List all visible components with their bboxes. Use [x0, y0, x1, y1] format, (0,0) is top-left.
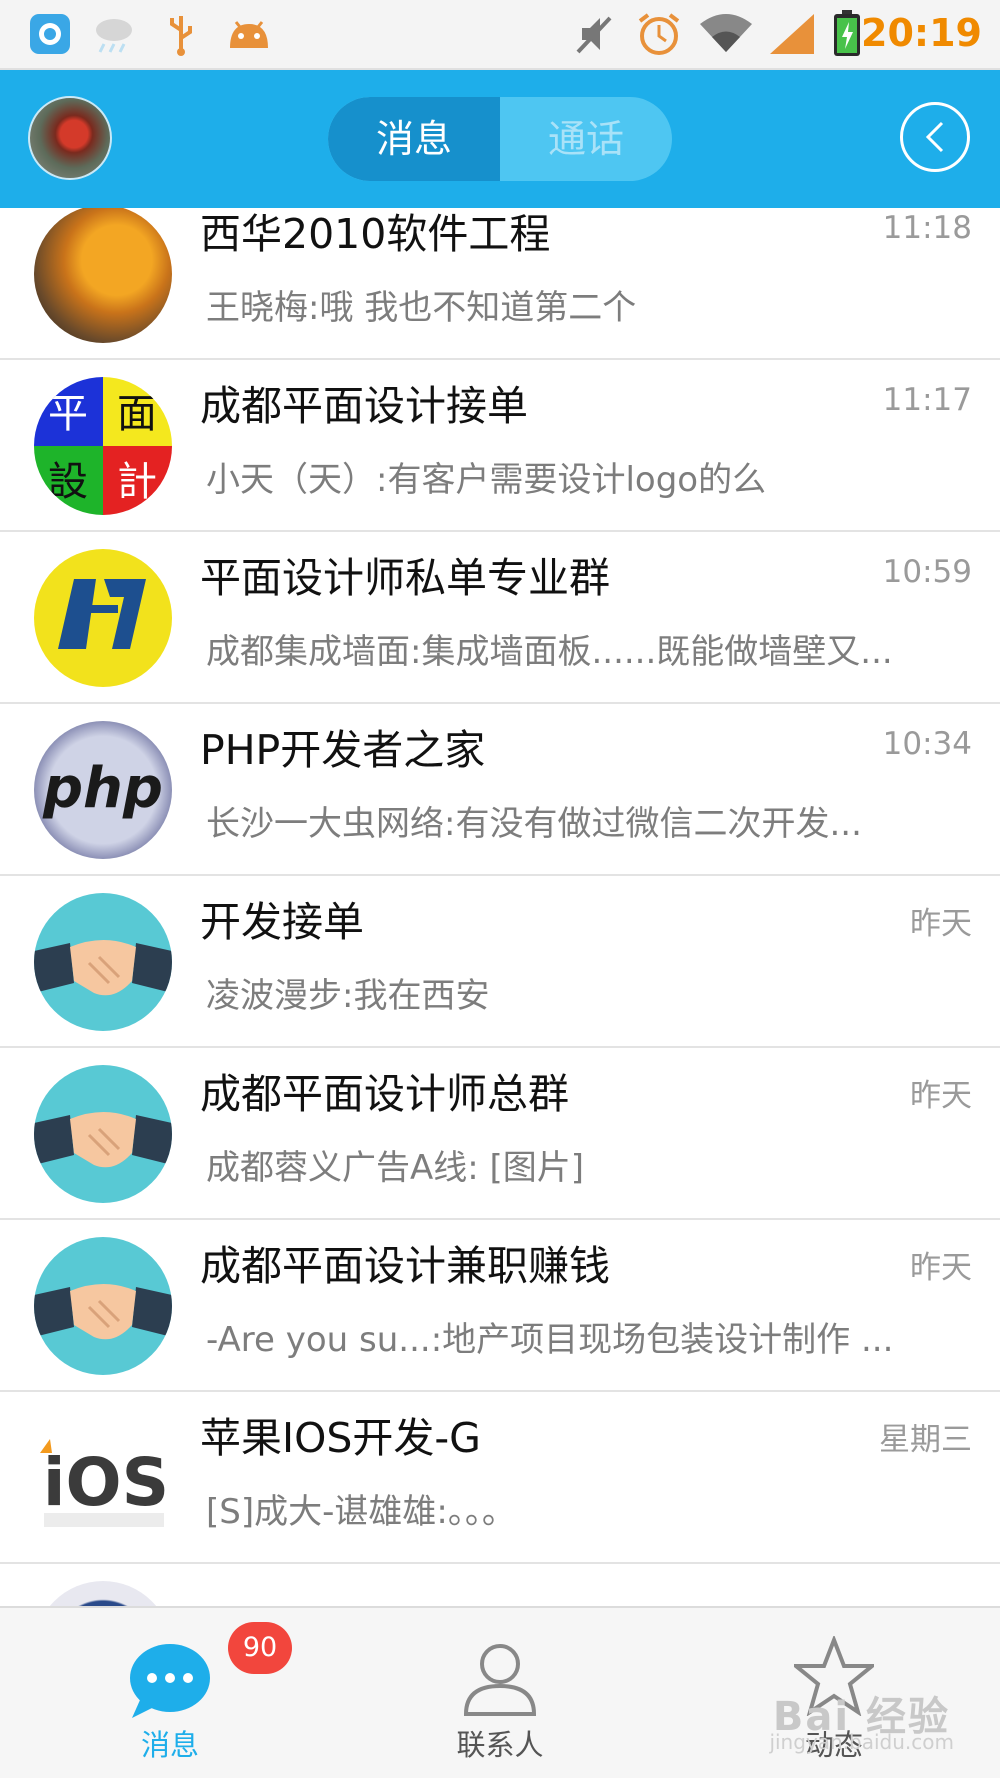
svg-text:平: 平 [48, 391, 88, 437]
conversation-row[interactable]: iOS 苹果IOS开发-G 星期三 [S]成大-谌雄雄:。。。 [0, 1392, 1000, 1564]
chevron-left-icon [925, 121, 944, 153]
handshake-avatar [34, 893, 172, 1031]
conversation-title: 开发接单 [200, 898, 364, 946]
conversation-title: PHP开发者之家 [200, 726, 486, 774]
conversation-time: 11:17 [882, 382, 972, 418]
pp-app-icon [28, 10, 72, 58]
nav-label: 消息 [140, 1728, 199, 1762]
svg-text:面: 面 [117, 391, 157, 437]
conversation-preview: 王晓梅:哦 我也不知道第二个 [206, 288, 637, 328]
conversation-row[interactable]: php PHP开发者之家 10:34 长沙一大虫网络:有没有做过微信二次开发..… [0, 704, 1000, 876]
signal-icon [768, 10, 816, 58]
conversation-title: 成都平面设计师总群 [200, 1070, 569, 1118]
conversation-preview: 凌波漫步:我在西安 [206, 976, 490, 1016]
conversation-title: 成都平面设计兼职赚钱 [200, 1242, 610, 1290]
svg-text:php: php [42, 756, 163, 821]
conversation-time: 昨天 [910, 906, 972, 942]
user-avatar[interactable] [28, 96, 112, 180]
back-button[interactable] [900, 102, 970, 172]
weather-icon [90, 10, 138, 58]
status-bar: 20:19 [0, 0, 1000, 70]
design-quad-avatar: 平 面 設 計 [34, 377, 172, 515]
tab-calls[interactable]: 通话 [500, 97, 672, 181]
conversation-title: 西华2010软件工程 [200, 210, 551, 258]
conversation-row[interactable]: 平 面 設 計 成都平面设计接单 11:17 小天（天）:有客户需要设计logo… [0, 360, 1000, 532]
alarm-icon [636, 10, 682, 58]
clock-time: 20:19 [861, 11, 982, 55]
conversation-row[interactable]: 成都平面设计师总群 昨天 成都蓉义广告A线: [图片] [0, 1048, 1000, 1220]
conversation-time: 昨天 [910, 1250, 972, 1286]
conversation-row[interactable]: 开发接单 昨天 凌波漫步:我在西安 [0, 876, 1000, 1048]
conversation-title: 成都平面设计接单 [200, 382, 528, 430]
conversation-preview: 成都蓉义广告A线: [图片] [206, 1148, 585, 1188]
conversation-time: 昨天 [910, 1078, 972, 1114]
nav-contacts[interactable]: 联系人 [390, 1608, 610, 1780]
nav-messages[interactable]: 90 消息 [60, 1608, 292, 1780]
conversation-row[interactable]: 成都平面设计兼职赚钱 昨天 -Are you su...:地产项目现场包装设计制… [0, 1220, 1000, 1392]
conversation-title: 苹果IOS开发-G [200, 1414, 481, 1462]
conversation-row[interactable]: 平面设计师私单专业群 10:59 成都集成墙面:集成墙面板......既能做墙壁… [0, 532, 1000, 704]
wifi-icon [698, 10, 754, 58]
conversation-row[interactable] [0, 1564, 1000, 1606]
conversation-preview: 成都集成墙面:集成墙面板......既能做墙壁又... [206, 632, 893, 672]
conversation-title: 平面设计师私单专业群 [200, 554, 610, 602]
handshake-avatar [34, 1065, 172, 1203]
conversation-preview: 小天（天）:有客户需要设计logo的么 [206, 460, 767, 500]
tab-messages[interactable]: 消息 [328, 97, 500, 181]
conversation-time: 10:59 [882, 554, 972, 590]
unread-badge: 90 [228, 1622, 292, 1674]
conversation-preview: 长沙一大虫网络:有没有做过微信二次开发... [206, 804, 862, 844]
php-avatar: php [34, 721, 172, 859]
person-icon [463, 1644, 537, 1716]
watermark-url: jingyan.baidu.com [769, 1730, 954, 1754]
svg-text:設: 設 [48, 459, 88, 505]
conversation-preview: -Are you su...:地产项目现场包装设计制作 ... [206, 1320, 894, 1360]
chat-bubble-icon [130, 1644, 210, 1718]
handshake-avatar [34, 1237, 172, 1375]
usb-icon [166, 10, 196, 58]
ios-avatar: iOS [34, 1409, 172, 1547]
conversation-list[interactable]: 西华2010软件工程 11:18 王晓梅:哦 我也不知道第二个 平 面 設 計 … [0, 208, 1000, 1606]
nav-label: 联系人 [456, 1728, 544, 1762]
svg-text:計: 計 [117, 459, 157, 505]
emblem-avatar [34, 1581, 172, 1606]
android-icon [226, 10, 272, 58]
yellow-logo-avatar [34, 549, 172, 687]
battery-icon [832, 10, 862, 58]
roof-photo-avatar [34, 208, 172, 343]
conversation-preview: [S]成大-谌雄雄:。。。 [206, 1492, 516, 1532]
mute-icon [574, 10, 614, 58]
conversation-time: 10:34 [882, 726, 972, 762]
conversation-row[interactable]: 西华2010软件工程 11:18 王晓梅:哦 我也不知道第二个 [0, 208, 1000, 360]
top-bar: 消息 通话 [0, 70, 1000, 208]
conversation-time: 11:18 [882, 210, 972, 246]
conversation-time: 星期三 [879, 1422, 972, 1458]
svg-text:iOS: iOS [43, 1444, 169, 1521]
tab-switcher: 消息 通话 [328, 97, 672, 181]
